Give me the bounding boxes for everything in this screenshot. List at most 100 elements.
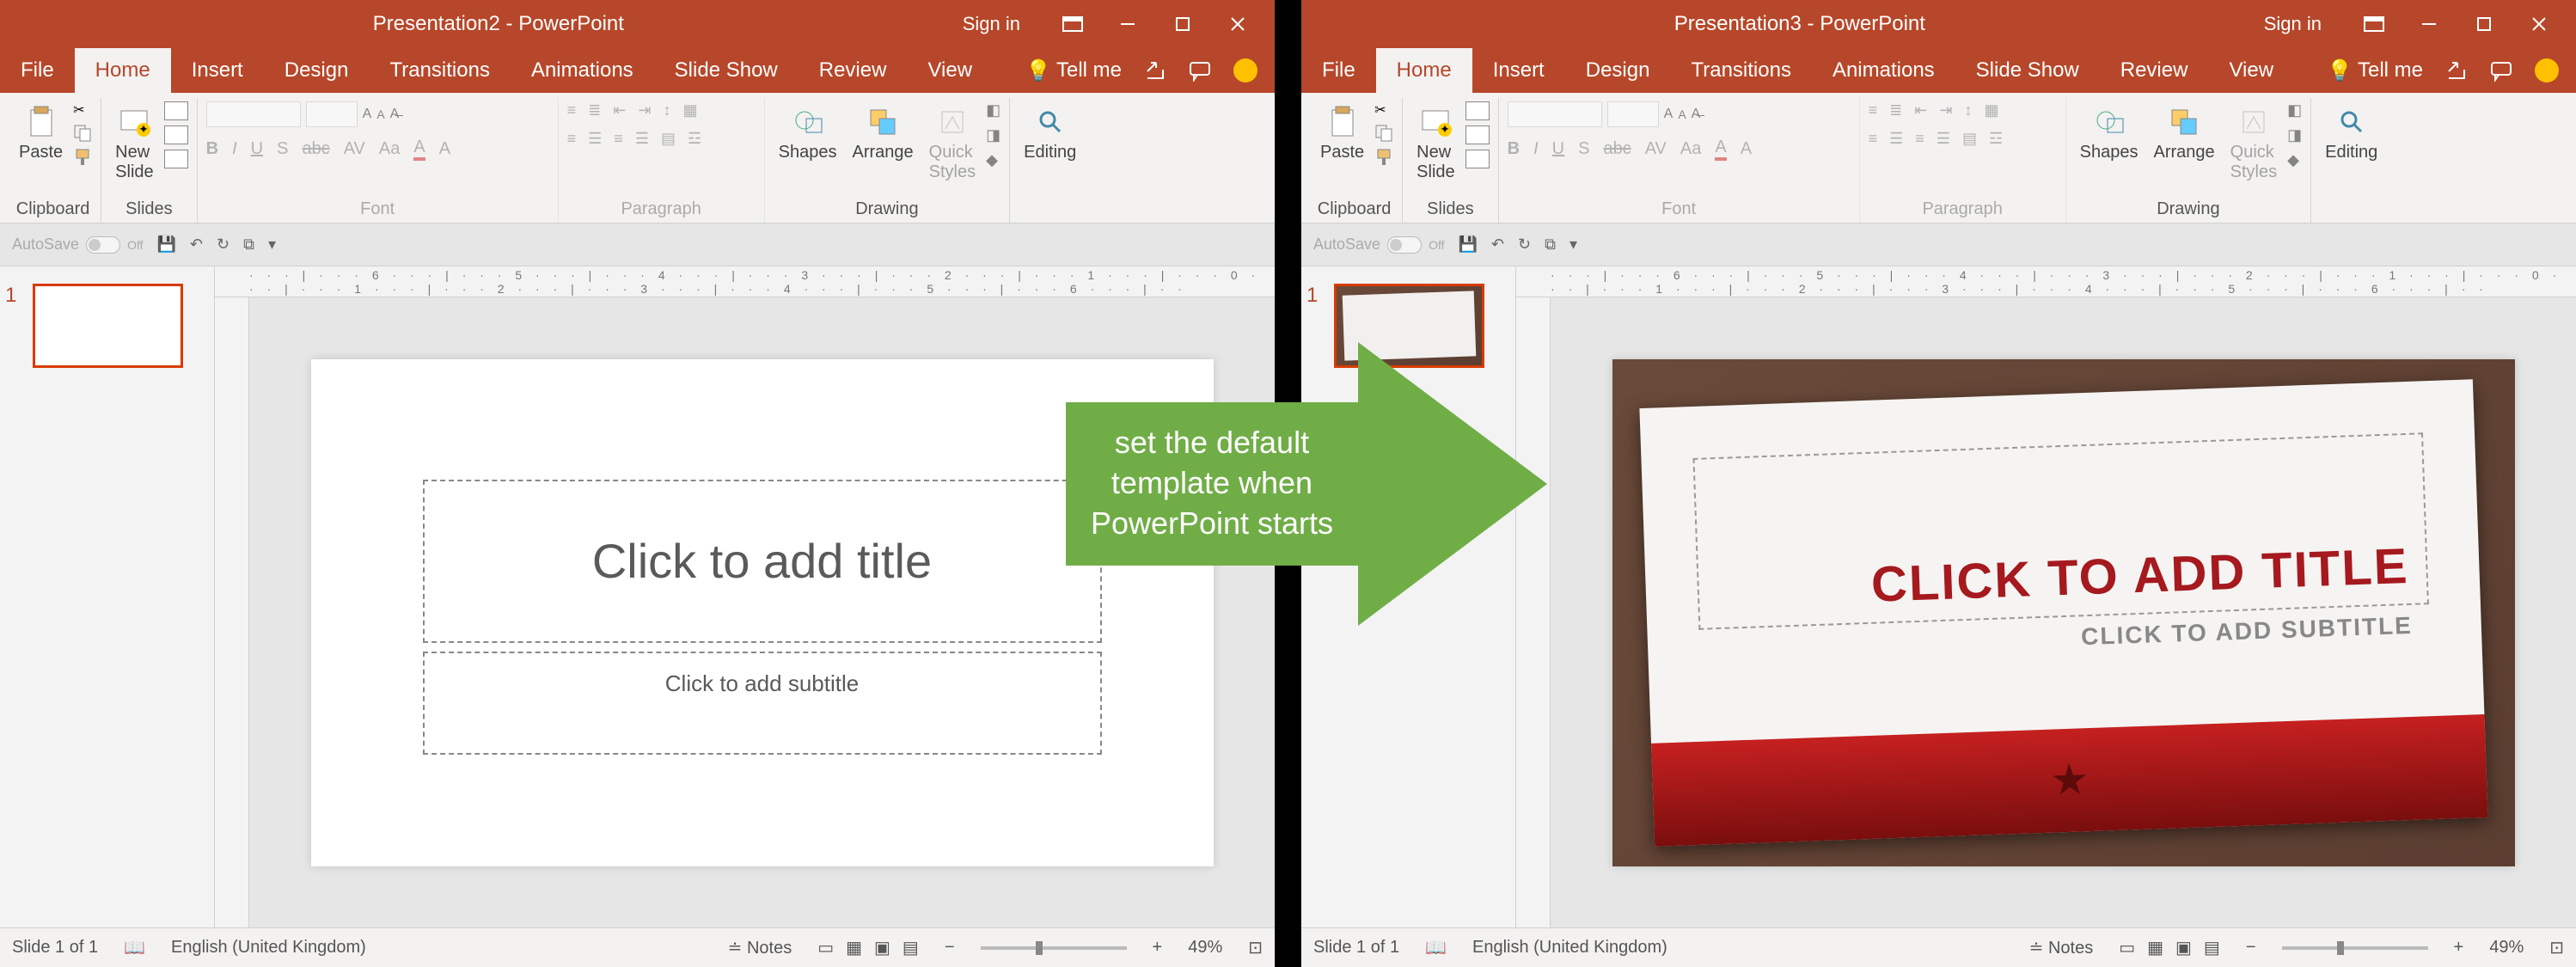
autosave-toggle[interactable]: AutoSaveOff bbox=[12, 236, 143, 254]
tab-review[interactable]: Review bbox=[2100, 48, 2209, 93]
sorter-view-icon[interactable]: ▦ bbox=[2147, 937, 2163, 958]
highlight-button[interactable]: A bbox=[1741, 139, 1752, 159]
smartart-icon[interactable]: ☲ bbox=[688, 130, 701, 148]
zoom-out-icon[interactable]: − bbox=[945, 938, 955, 958]
quick-styles-button[interactable]: Quick Styles bbox=[924, 101, 981, 186]
redo-icon[interactable]: ↻ bbox=[217, 236, 229, 254]
paste-button[interactable]: Paste bbox=[14, 101, 68, 166]
align-right-icon[interactable]: ≡ bbox=[614, 130, 623, 148]
tellme-icon[interactable]: 💡 Tell me bbox=[1025, 58, 1122, 83]
qat-dropdown-icon[interactable]: ▾ bbox=[1569, 236, 1577, 254]
shapes-button[interactable]: Shapes bbox=[774, 101, 842, 166]
smartart-icon[interactable]: ☲ bbox=[1989, 130, 2003, 148]
tab-slideshow[interactable]: Slide Show bbox=[654, 48, 798, 93]
sorter-view-icon[interactable]: ▦ bbox=[846, 937, 862, 958]
reset-icon[interactable] bbox=[1465, 125, 1490, 144]
shape-effects-icon[interactable]: ◆ bbox=[2287, 151, 2302, 169]
font-size-combo[interactable] bbox=[306, 101, 358, 127]
tab-transitions[interactable]: Transitions bbox=[369, 48, 510, 93]
shrink-font-icon[interactable]: A bbox=[1678, 107, 1686, 121]
layout-icon[interactable] bbox=[1465, 101, 1490, 120]
share-icon[interactable] bbox=[2445, 59, 2468, 82]
shape-outline-icon[interactable]: ◨ bbox=[986, 126, 1000, 144]
changecase-button[interactable]: Aa bbox=[379, 139, 400, 159]
shadow-button[interactable]: S bbox=[1578, 139, 1589, 159]
zoom-percent[interactable]: 49% bbox=[2489, 938, 2524, 958]
bullets-icon[interactable]: ≡ bbox=[567, 101, 577, 119]
align-left-icon[interactable]: ≡ bbox=[567, 130, 577, 148]
numbering-icon[interactable]: ≣ bbox=[1889, 101, 1902, 119]
title-placeholder[interactable]: CLICK TO ADD TITLE bbox=[1692, 432, 2428, 630]
tab-file[interactable]: File bbox=[0, 48, 75, 93]
italic-button[interactable]: I bbox=[1533, 139, 1539, 159]
subtitle-placeholder[interactable]: CLICK TO ADD SUBTITLE bbox=[2080, 611, 2413, 650]
minimize-icon[interactable] bbox=[2409, 0, 2449, 48]
tab-review[interactable]: Review bbox=[798, 48, 908, 93]
indent-dec-icon[interactable]: ⇤ bbox=[613, 101, 626, 119]
smiley-icon[interactable] bbox=[2535, 58, 2559, 83]
font-size-combo[interactable] bbox=[1607, 101, 1659, 127]
close-icon[interactable] bbox=[2519, 0, 2559, 48]
normal-view-icon[interactable]: ▭ bbox=[817, 937, 834, 958]
arrange-button[interactable]: Arrange bbox=[2148, 101, 2219, 166]
tellme-icon[interactable]: 💡 Tell me bbox=[2327, 58, 2423, 83]
format-painter-icon[interactable] bbox=[73, 148, 92, 167]
align-right-icon[interactable]: ≡ bbox=[1915, 130, 1924, 148]
zoom-percent[interactable]: 49% bbox=[1188, 938, 1222, 958]
tab-slideshow[interactable]: Slide Show bbox=[1955, 48, 2100, 93]
font-color-button[interactable]: A bbox=[413, 138, 425, 161]
editing-button[interactable]: Editing bbox=[1019, 101, 1081, 166]
shape-outline-icon[interactable]: ◨ bbox=[2287, 126, 2302, 144]
start-from-beginning-icon[interactable]: ⧉ bbox=[243, 236, 254, 254]
quick-styles-button[interactable]: Quick Styles bbox=[2225, 101, 2282, 186]
indent-inc-icon[interactable]: ⇥ bbox=[638, 101, 651, 119]
format-painter-icon[interactable] bbox=[1374, 148, 1393, 167]
strike-button[interactable]: abc bbox=[302, 139, 329, 159]
sign-in-link[interactable]: Sign in bbox=[2264, 13, 2322, 35]
indent-dec-icon[interactable]: ⇤ bbox=[1914, 101, 1927, 119]
font-name-combo[interactable] bbox=[1508, 101, 1602, 127]
paste-button[interactable]: Paste bbox=[1315, 101, 1369, 166]
tab-home[interactable]: Home bbox=[1376, 48, 1472, 93]
save-icon[interactable]: 💾 bbox=[156, 236, 175, 254]
zoom-in-icon[interactable]: + bbox=[1153, 938, 1163, 958]
justify-icon[interactable]: ☰ bbox=[1937, 130, 1950, 148]
columns-icon[interactable]: ▤ bbox=[1962, 130, 1977, 148]
redo-icon[interactable]: ↻ bbox=[1518, 236, 1531, 254]
clear-format-icon[interactable]: A̶ bbox=[390, 107, 400, 122]
align-center-icon[interactable]: ☰ bbox=[1889, 130, 1903, 148]
minimize-icon[interactable] bbox=[1108, 0, 1147, 48]
reading-view-icon[interactable]: ▣ bbox=[874, 937, 890, 958]
ribbon-display-icon[interactable] bbox=[1053, 0, 1092, 48]
slide-count[interactable]: Slide 1 of 1 bbox=[12, 938, 98, 958]
numbering-icon[interactable]: ≣ bbox=[588, 101, 601, 119]
language-status[interactable]: English (United Kingdom) bbox=[1472, 938, 1667, 958]
slide-count[interactable]: Slide 1 of 1 bbox=[1313, 938, 1399, 958]
tab-animations[interactable]: Animations bbox=[1812, 48, 1955, 93]
layout-icon[interactable] bbox=[164, 101, 188, 120]
linespacing-icon[interactable]: ↕ bbox=[1964, 101, 1972, 119]
grow-font-icon[interactable]: A bbox=[1664, 107, 1673, 122]
undo-icon[interactable]: ↶ bbox=[190, 236, 203, 254]
close-icon[interactable] bbox=[1218, 0, 1257, 48]
tab-view[interactable]: View bbox=[2208, 48, 2294, 93]
undo-icon[interactable]: ↶ bbox=[1491, 236, 1504, 254]
shrink-font-icon[interactable]: A bbox=[376, 107, 384, 121]
qat-dropdown-icon[interactable]: ▾ bbox=[268, 236, 276, 254]
zoom-out-icon[interactable]: − bbox=[2246, 938, 2256, 958]
zoom-in-icon[interactable]: + bbox=[2454, 938, 2464, 958]
maximize-icon[interactable] bbox=[2464, 0, 2504, 48]
indent-inc-icon[interactable]: ⇥ bbox=[1939, 101, 1952, 119]
reset-icon[interactable] bbox=[164, 125, 188, 144]
tab-animations[interactable]: Animations bbox=[511, 48, 654, 93]
section-icon[interactable] bbox=[164, 150, 188, 168]
align-left-icon[interactable]: ≡ bbox=[1869, 130, 1878, 148]
tab-view[interactable]: View bbox=[907, 48, 993, 93]
slide-thumbnail[interactable]: 1 bbox=[9, 284, 205, 368]
slide-stage[interactable]: CLICK TO ADD TITLE CLICK TO ADD SUBTITLE bbox=[1551, 297, 2576, 927]
bold-button[interactable]: B bbox=[206, 139, 218, 159]
section-icon[interactable] bbox=[1465, 150, 1490, 168]
cut-icon[interactable]: ✂ bbox=[1374, 101, 1393, 119]
bullets-icon[interactable]: ≡ bbox=[1869, 101, 1878, 119]
font-name-combo[interactable] bbox=[206, 101, 301, 127]
